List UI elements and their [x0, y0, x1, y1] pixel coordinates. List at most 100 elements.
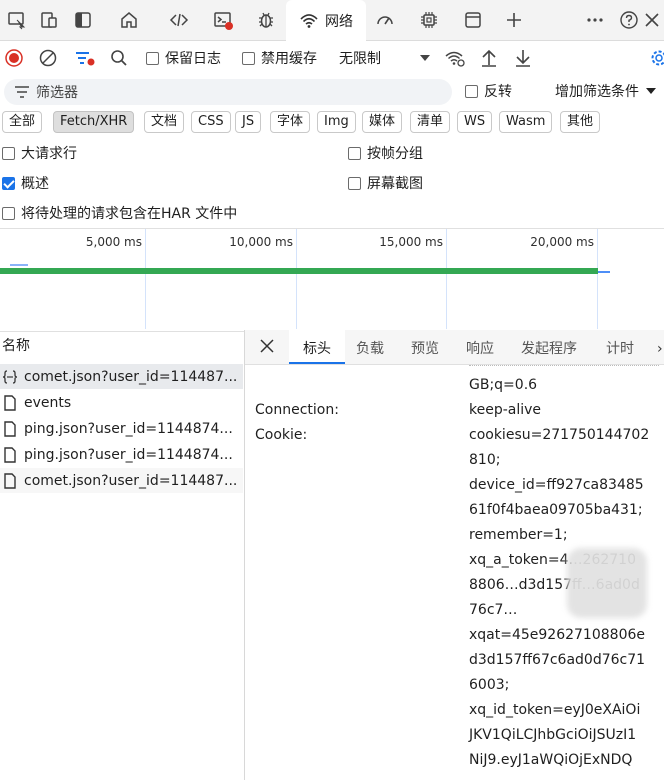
- add-tool-icon[interactable]: [497, 0, 531, 40]
- chevron-down-icon: [646, 88, 656, 94]
- group-by-frame-box[interactable]: [348, 146, 361, 160]
- network-conditions-button[interactable]: [445, 41, 465, 75]
- performance-icon[interactable]: [368, 0, 402, 40]
- screenshots-box[interactable]: [348, 176, 361, 190]
- throttling-select[interactable]: 无限制: [339, 41, 435, 75]
- resource-type-filters: 全部 Fetch/XHR 文档 CSS JS 字体 Img 媒体 清单 WS W…: [0, 108, 664, 136]
- tab-headers[interactable]: 标头: [289, 330, 345, 364]
- har-include-box[interactable]: [2, 206, 15, 220]
- more-icon[interactable]: [578, 0, 612, 40]
- request-name: ping.json?user_id=1144874...: [24, 446, 233, 463]
- disable-cache-label: 禁用缓存: [261, 51, 317, 67]
- header-value-line: 810;: [469, 452, 501, 468]
- type-doc[interactable]: 文档: [144, 111, 185, 133]
- fetch-icon: [2, 369, 18, 385]
- more-filters-label: 增加筛选条件: [555, 84, 639, 100]
- console-icon[interactable]: [206, 0, 240, 40]
- tab-response[interactable]: 响应: [466, 330, 494, 364]
- request-row[interactable]: ping.json?user_id=1144874...: [0, 416, 243, 441]
- type-wasm[interactable]: Wasm: [499, 111, 553, 133]
- tab-initiator[interactable]: 发起程序: [521, 330, 577, 364]
- request-row[interactable]: comet.json?user_id=114487...: [0, 468, 243, 493]
- export-har-button[interactable]: [514, 41, 532, 75]
- type-js[interactable]: JS: [235, 111, 262, 133]
- clear-button[interactable]: [39, 41, 57, 75]
- throttling-value: 无限制: [339, 51, 381, 67]
- type-css[interactable]: CSS: [191, 111, 231, 133]
- close-icon[interactable]: [642, 0, 664, 40]
- header-value-line: JKV1QiLCJhbGciOiJSUzI1: [469, 727, 637, 743]
- search-button[interactable]: [110, 41, 128, 75]
- tick-label: 20,000 ms: [530, 235, 594, 249]
- document-icon: [2, 420, 18, 437]
- sources-icon[interactable]: [162, 0, 196, 40]
- type-media[interactable]: 媒体: [362, 111, 403, 133]
- device-emulation-icon[interactable]: [32, 0, 66, 40]
- big-rows-option[interactable]: 大请求行: [2, 142, 77, 164]
- memory-icon[interactable]: [412, 0, 446, 40]
- devtools-tab-bar: 网络: [0, 0, 664, 41]
- type-font[interactable]: 字体: [270, 111, 311, 133]
- header-value-partial: GB;q=0.6: [469, 377, 538, 393]
- record-button[interactable]: [5, 41, 23, 75]
- header-name-cookie: Cookie:: [255, 427, 308, 443]
- tab-network[interactable]: 网络: [286, 0, 366, 41]
- type-ws[interactable]: WS: [457, 111, 493, 133]
- type-all[interactable]: 全部: [2, 111, 43, 133]
- request-name: comet.json?user_id=114487...: [24, 472, 238, 489]
- sidebar-toggle-icon[interactable]: [66, 0, 100, 40]
- type-other[interactable]: 其他: [560, 111, 601, 133]
- type-manifest[interactable]: 清单: [410, 111, 451, 133]
- timeline-overview[interactable]: 5,000 ms 10,000 ms 15,000 ms 20,000 ms: [0, 228, 664, 332]
- header-value-connection: keep-alive: [469, 398, 659, 423]
- network-settings-button[interactable]: [650, 41, 664, 75]
- screenshots-option[interactable]: 屏幕截图: [348, 172, 423, 194]
- filter-input[interactable]: 筛选器: [4, 79, 452, 105]
- debugger-icon[interactable]: [249, 0, 283, 40]
- preserve-log-checkbox[interactable]: 保留日志: [146, 41, 221, 75]
- name-column-header[interactable]: 名称: [0, 330, 245, 360]
- import-har-button[interactable]: [480, 41, 498, 75]
- close-details-button[interactable]: [257, 336, 277, 360]
- header-value-line: 61f0f4baea09705ba431;: [469, 502, 643, 518]
- tab-network-label: 网络: [325, 13, 353, 30]
- tick-label: 10,000 ms: [229, 235, 293, 249]
- request-row[interactable]: comet.json?user_id=114487...: [0, 364, 243, 389]
- filter-toggle-button[interactable]: [75, 41, 95, 75]
- disable-cache-box[interactable]: [242, 51, 255, 65]
- type-img[interactable]: Img: [317, 111, 356, 133]
- more-tabs-icon[interactable]: ›: [657, 330, 663, 364]
- chevron-down-icon: [420, 55, 430, 61]
- more-filters-button[interactable]: 增加筛选条件: [545, 75, 657, 107]
- disable-cache-checkbox[interactable]: 禁用缓存: [242, 41, 317, 75]
- header-value-line: remember=1;: [469, 527, 568, 543]
- request-list: 名称 comet.json?user_id=114487... events p…: [0, 330, 245, 780]
- tab-preview[interactable]: 预览: [411, 330, 439, 364]
- request-name: events: [24, 394, 72, 411]
- header-value-line: NiJ9.eyJ1aWQiOjExNDQ: [469, 752, 633, 768]
- tab-timing[interactable]: 计时: [606, 330, 634, 364]
- type-fetch-xhr[interactable]: Fetch/XHR: [53, 111, 135, 133]
- tick-line: [446, 229, 447, 329]
- overview-option[interactable]: 概述: [2, 172, 49, 194]
- har-include-option[interactable]: 将待处理的请求包含在HAR 文件中: [2, 202, 237, 224]
- tab-payload[interactable]: 负载: [356, 330, 384, 364]
- help-icon[interactable]: [612, 0, 646, 40]
- group-by-frame-option[interactable]: 按帧分组: [348, 142, 423, 164]
- filter-lines-icon: [15, 86, 29, 98]
- request-row[interactable]: ping.json?user_id=1144874...: [0, 442, 243, 467]
- invert-checkbox[interactable]: 反转: [465, 75, 512, 107]
- application-icon[interactable]: [456, 0, 490, 40]
- overview-label: 概述: [21, 176, 49, 192]
- group-by-frame-label: 按帧分组: [367, 146, 423, 162]
- inspect-icon[interactable]: [0, 0, 34, 40]
- invert-box[interactable]: [465, 84, 478, 98]
- search-icon: [111, 50, 127, 66]
- header-value-line: d3d157ff67c6ad0d76c71: [469, 652, 646, 668]
- preserve-log-box[interactable]: [146, 51, 159, 65]
- request-row[interactable]: events: [0, 390, 243, 415]
- overview-box[interactable]: [2, 176, 15, 190]
- big-rows-box[interactable]: [2, 146, 15, 160]
- document-icon: [2, 472, 18, 489]
- home-icon[interactable]: [112, 0, 146, 40]
